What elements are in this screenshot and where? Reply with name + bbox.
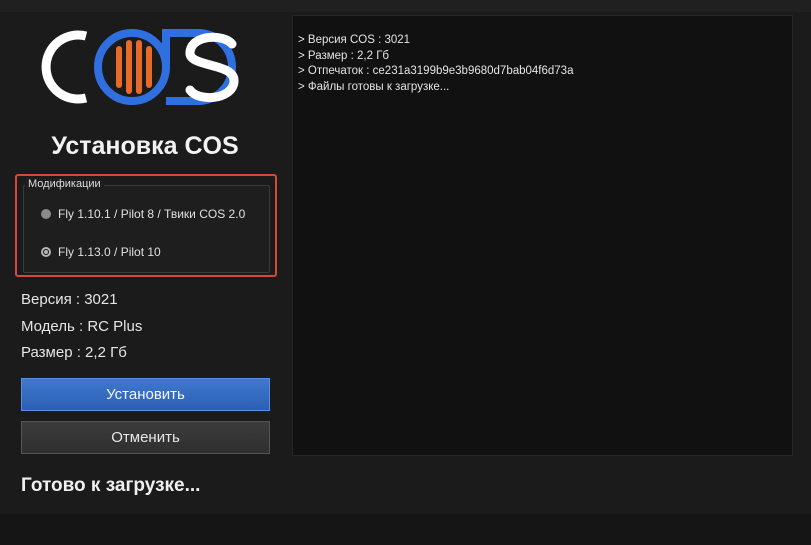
install-button[interactable]: Установить	[21, 378, 270, 411]
mod-option-label: Fly 1.10.1 / Pilot 8 / Твики COS 2.0	[58, 207, 246, 221]
page-title: Установка COS	[51, 132, 239, 160]
window-bottom-strip	[0, 514, 811, 545]
log-lines: > Версия COS : 3021 > Размер : 2,2 Гб > …	[298, 33, 573, 95]
radio-unchecked-icon[interactable]	[41, 209, 51, 219]
version-info: Версия : 3021	[21, 291, 118, 308]
mod-option-fly-1-10-1[interactable]: Fly 1.10.1 / Pilot 8 / Твики COS 2.0	[41, 206, 245, 222]
model-info: Модель : RC Plus	[21, 318, 143, 335]
window-top-strip	[0, 0, 811, 12]
log-line: > Отпечаток : ce231a3199b9e3b9680d7bab04…	[298, 65, 574, 77]
mod-option-label: Fly 1.13.0 / Pilot 10	[58, 245, 161, 259]
log-line: > Размер : 2,2 Гб	[298, 49, 390, 62]
mod-option-fly-1-13-0[interactable]: Fly 1.13.0 / Pilot 10	[41, 244, 161, 260]
modifications-legend: Модификации	[25, 178, 104, 190]
radio-checked-icon[interactable]	[41, 247, 51, 257]
status-text: Готово к загрузке...	[21, 475, 201, 496]
size-info: Размер : 2,2 Гб	[21, 344, 127, 361]
cancel-button[interactable]: Отменить	[21, 421, 270, 454]
log-line: > Версия COS : 3021	[298, 34, 411, 46]
log-line: > Файлы готовы к загрузке...	[298, 80, 450, 93]
log-panel: > Версия COS : 3021 > Размер : 2,2 Гб > …	[292, 15, 793, 456]
cos-logo	[41, 29, 239, 105]
